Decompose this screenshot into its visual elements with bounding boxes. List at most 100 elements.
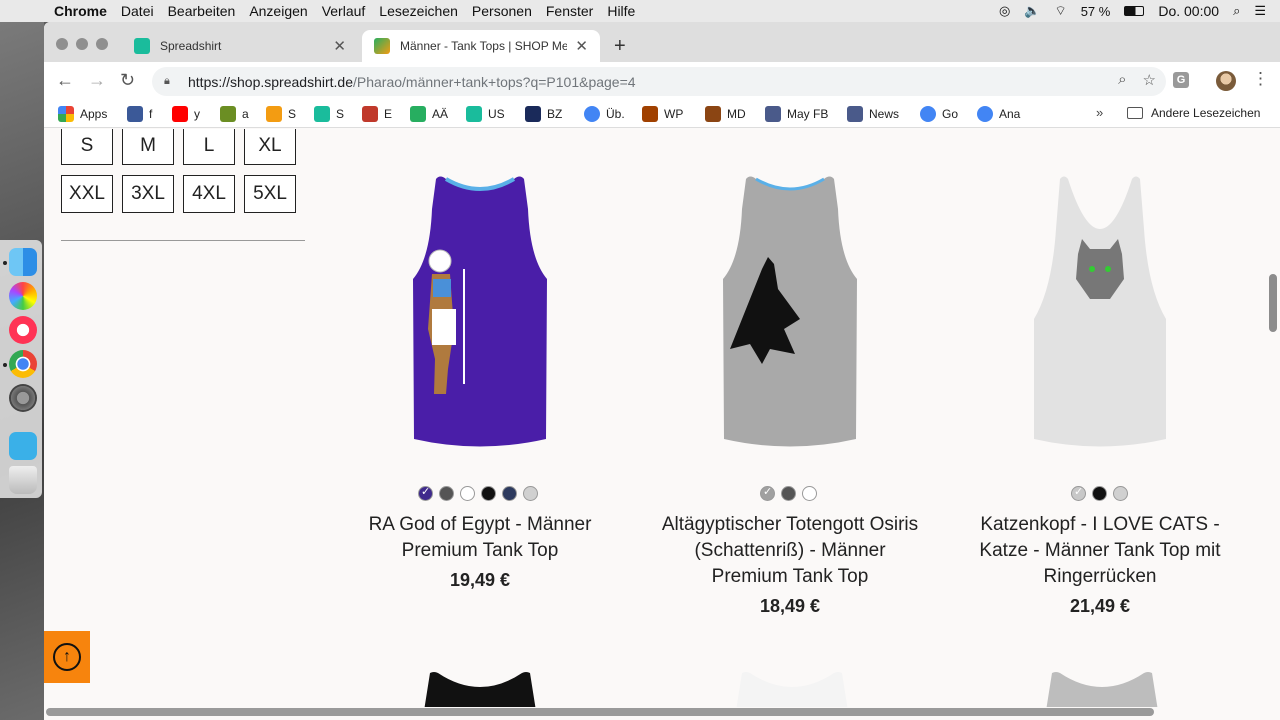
bookmark-md[interactable]: MD [705,106,746,122]
size-filter-3xl[interactable]: 3XL [122,175,174,213]
trash-icon[interactable] [9,466,37,494]
color-swatch[interactable] [1071,485,1086,501]
size-filter-xl[interactable]: XL [244,129,296,165]
downloads-folder-icon[interactable] [9,432,37,460]
itunes-icon[interactable] [9,316,37,344]
product-image[interactable] [420,671,540,707]
battery-icon[interactable] [1124,6,1145,16]
bookmark-a[interactable]: a [220,106,249,122]
product-card[interactable] [960,169,1240,474]
color-swatch[interactable] [523,486,538,501]
grammarly-extension-icon[interactable]: G [1173,72,1189,88]
close-tab-icon[interactable]: ✕ [333,37,346,55]
close-window-button[interactable] [56,38,68,50]
back-to-top-button[interactable]: ↑ [44,631,90,683]
size-filter-4xl[interactable]: 4XL [183,175,235,213]
bookmark-mail-s[interactable]: S [266,106,296,122]
color-swatch[interactable] [502,486,517,501]
chrome-menu-icon[interactable]: ⋮ [1252,69,1269,89]
color-swatch[interactable] [1113,486,1128,501]
product-card[interactable] [650,169,930,474]
bookmark-translate[interactable]: Üb. [584,106,625,122]
menu-verlauf[interactable]: Verlauf [322,3,366,19]
dock-running-indicator [3,363,7,367]
bookmark-e[interactable]: E [362,106,392,122]
product-image[interactable] [340,169,620,469]
bookmark-news[interactable]: News [847,106,899,122]
size-filter-l[interactable]: L [183,129,235,165]
product-title[interactable]: Altägyptischer Totengott Osiris (Schatte… [640,512,940,590]
product-title[interactable]: RA God of Egypt - Männer Premium Tank To… [330,512,630,564]
bookmark-ana[interactable]: Ana [977,106,1020,122]
url-host: https://shop.spreadshirt.de [188,73,353,90]
back-icon[interactable]: ← [56,70,74,91]
spotlight-icon[interactable]: ⌕ [1233,3,1240,19]
bookmark-us[interactable]: US [466,106,505,122]
minimize-window-button[interactable] [76,38,88,50]
color-swatch[interactable] [481,486,496,501]
size-filter-s[interactable]: S [61,129,113,165]
reload-icon[interactable]: ↻ [120,70,135,91]
forward-icon[interactable]: → [88,70,106,91]
product-image[interactable] [960,169,1240,469]
menu-lesezeichen[interactable]: Lesezeichen [379,3,458,19]
bookmark-aa[interactable]: AÄ [410,106,448,122]
menu-hilfe[interactable]: Hilfe [607,3,635,19]
color-swatch[interactable] [1092,486,1107,501]
color-swatch[interactable] [460,486,475,501]
menu-fenster[interactable]: Fenster [546,3,593,19]
notification-center-icon[interactable]: ☰ [1254,3,1266,19]
bookmark-wp[interactable]: WP [642,106,683,122]
volume-icon[interactable]: 🔈 [1024,3,1040,19]
vertical-scrollbar[interactable] [1269,274,1277,332]
battery-text[interactable]: 57 % [1081,4,1111,19]
color-swatch[interactable] [781,486,796,501]
product-card[interactable] [340,169,620,474]
other-bookmarks[interactable]: Andere Lesezeichen [1127,106,1260,120]
horizontal-scrollbar[interactable] [46,708,1154,716]
bookmark-bz[interactable]: BZ [525,106,562,122]
color-swatch[interactable] [802,486,817,501]
bookmark-facebook[interactable]: f [127,106,152,122]
tab-active-shop[interactable]: Männer - Tank Tops | SHOP Me ✕ [362,30,600,62]
finder-icon[interactable] [9,248,37,276]
new-tab-button[interactable]: + [614,35,626,58]
menu-personen[interactable]: Personen [472,3,532,19]
size-filter-m[interactable]: M [122,129,174,165]
bookmark-apps[interactable]: Apps [58,106,107,122]
color-swatch[interactable] [439,486,454,501]
zoom-window-button[interactable] [96,38,108,50]
bookmark-spreadshirt-s[interactable]: S [314,106,344,122]
bookmark-go[interactable]: Go [920,106,958,122]
zoom-icon[interactable]: ⌕ [1118,71,1126,89]
size-filter-5xl[interactable]: 5XL [244,175,296,213]
product-image[interactable] [1042,671,1162,707]
bookmarks-overflow-icon[interactable]: » [1096,105,1103,120]
product-image[interactable] [650,169,930,469]
bz-icon [525,106,541,122]
product-image[interactable] [732,671,852,707]
lock-icon[interactable]: 🔒︎ [164,75,176,88]
menu-app-name[interactable]: Chrome [54,3,107,19]
close-tab-icon[interactable]: ✕ [575,37,588,55]
bookmark-youtube[interactable]: y [172,106,200,122]
photos-icon[interactable] [9,282,37,310]
color-swatch[interactable] [760,485,775,501]
size-filter-xxl[interactable]: XXL [61,175,113,213]
profile-avatar[interactable] [1216,71,1236,91]
clock[interactable]: Do. 00:00 [1158,3,1219,19]
tab-spreadshirt[interactable]: Spreadshirt ✕ [122,30,358,62]
menu-datei[interactable]: Datei [121,3,154,19]
wifi-icon[interactable]: ⌔ [1054,3,1066,19]
chrome-icon[interactable] [9,350,37,378]
menu-bearbeiten[interactable]: Bearbeiten [168,3,236,19]
menu-anzeigen[interactable]: Anzeigen [249,3,307,19]
address-bar[interactable]: 🔒︎ https://shop.spreadshirt.de/Pharao/mä… [152,67,1166,96]
creative-cloud-icon[interactable]: ◎ [999,3,1010,19]
color-swatch[interactable] [418,485,433,501]
page-content: S M L XL XXL 3XL 4XL 5XL ✓ ✓ ✓ RA God of… [44,129,1280,707]
bookmark-may-fb[interactable]: May FB [765,106,828,122]
product-title[interactable]: Katzenkopf - I LOVE CATS - Katze - Männe… [950,512,1250,590]
bookmark-star-icon[interactable]: ☆ [1143,71,1156,89]
system-preferences-icon[interactable] [9,384,37,412]
